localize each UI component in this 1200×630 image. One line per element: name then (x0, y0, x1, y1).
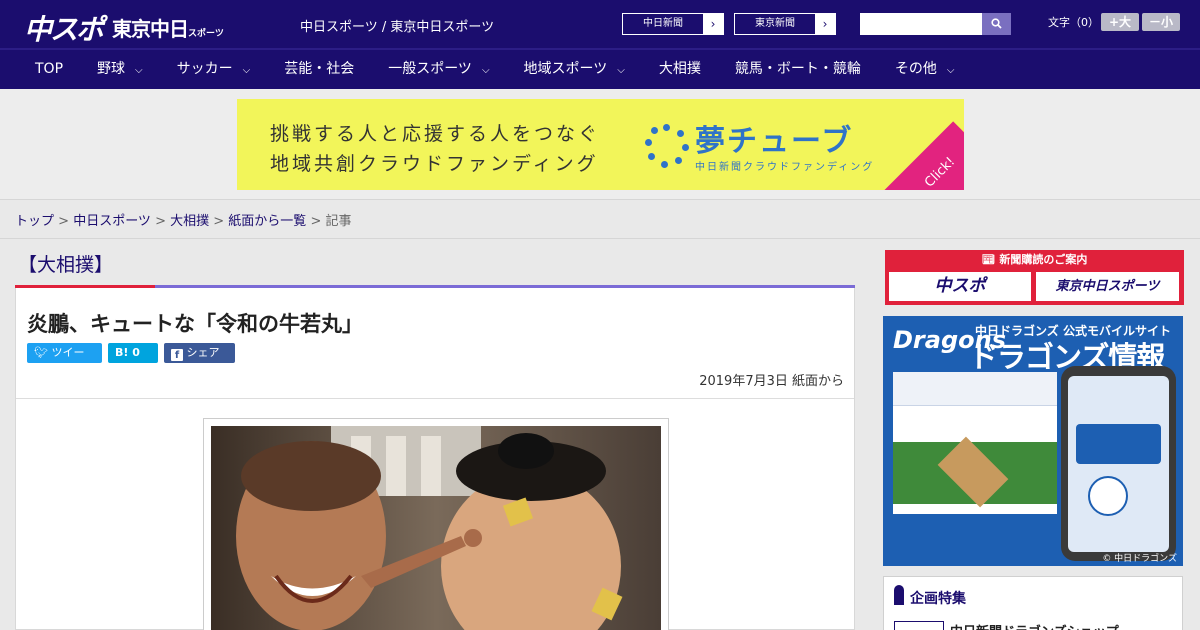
feature-header: 企画特集 (910, 591, 966, 607)
tokyo-chunichi-logo-text: 東京中日 (112, 17, 189, 41)
nav-item-8[interactable]: その他 ⌵ (878, 50, 972, 89)
subscription-banner: 📰︎ 新聞購読のご案内 中スポ 東京中日スポーツ (885, 250, 1184, 305)
search-input[interactable] (860, 13, 982, 35)
ad-area: 挑戦する人と応援する人をつなぐ 地域共創クラウドファンディング 夢チューブ 中日… (0, 89, 1200, 200)
feature-section: 企画特集 中日新聞ドラゴンズショップ (883, 576, 1183, 630)
twitter-icon: 🐦︎ (34, 346, 48, 359)
breadcrumb-list[interactable]: 紙面から一覧 (228, 214, 306, 229)
breadcrumb-divider (0, 238, 1200, 239)
nav-item-1[interactable]: 野球 ⌵ (80, 50, 160, 89)
banner-brand: 夢チューブ (695, 124, 854, 159)
main-nav: TOP 野球 ⌵ サッカー ⌵ 芸能・社会 一般スポーツ ⌵ 地域スポーツ ⌵ 大相撲 競馬・ボート・… (0, 48, 1200, 89)
twitter-share-button[interactable]: 🐦︎ ツイート (27, 343, 102, 379)
breadcrumb-sep: > (306, 214, 326, 229)
chevron-down-icon: ⌵ (242, 65, 251, 76)
nav-item-label: 野球 (97, 61, 126, 77)
breadcrumb: トップ > 中日スポーツ > 大相撲 > 紙面から一覧 > 記事 (15, 210, 352, 229)
click-ribbon (875, 121, 964, 190)
article-category: 【大相撲】 (18, 254, 114, 276)
chevron-down-icon: ⌵ (946, 65, 955, 76)
search-box (860, 13, 1011, 35)
nav-item-7[interactable]: 競馬・ボート・競輪 (718, 50, 878, 89)
nav-item-3[interactable]: 芸能・社会 (267, 50, 371, 89)
breadcrumb-sep: > (54, 214, 74, 229)
nav-item-label: 大相撲 (658, 61, 701, 77)
chunichi-sports-logo[interactable]: 中スポ (24, 8, 104, 48)
feature-thumb[interactable] (894, 621, 944, 630)
yumetube-logo-icon (645, 124, 689, 168)
crowdfunding-banner[interactable]: 挑戦する人と応援する人をつなぐ 地域共創クラウドファンディング 夢チューブ 中日… (237, 99, 964, 190)
tokyo-shimbun-label: 東京新聞 (755, 18, 795, 29)
nav-item-label: TOP (35, 61, 64, 77)
search-button[interactable] (982, 13, 1011, 35)
chevron-down-icon: ⌵ (617, 65, 625, 76)
site-tagline: 中日スポーツ / 東京中日スポーツ (300, 20, 495, 35)
article-date: 2019年7月3日 紙面から (699, 374, 844, 389)
phone-illustration (1061, 366, 1176, 561)
subscription-header-label: 新聞購読のご案内 (999, 253, 1088, 266)
font-size-label: 文字（0） (1048, 16, 1099, 29)
breadcrumb-chunichi-sports[interactable]: 中日スポーツ (73, 214, 151, 229)
subscription-header: 📰︎ 新聞購読のご案内 (885, 250, 1184, 270)
facebook-share-button[interactable]: f シェア 0 (164, 343, 235, 379)
subscribe-chunichi-sports-button[interactable]: 中スポ (889, 272, 1031, 301)
subscribe-tokyo-chunichi-button[interactable]: 東京中日スポーツ (1036, 272, 1179, 301)
font-larger-button[interactable]: +大 (1101, 13, 1139, 31)
nav-item-label: 芸能・社会 (284, 61, 355, 77)
breadcrumb-sep: > (209, 214, 229, 229)
hatena-bookmark-button[interactable]: B! 0 (108, 343, 158, 363)
nav-item-0[interactable]: TOP (18, 50, 80, 89)
chunichi-shimbun-link[interactable]: 中日新聞 › (622, 13, 724, 35)
nav-item-label: 地域スポーツ (523, 61, 608, 77)
nav-item-2[interactable]: サッカー ⌵ (160, 50, 268, 89)
photo-image (211, 426, 661, 630)
feature-item-dragons-shop[interactable]: 中日新聞ドラゴンズショップ (950, 621, 1119, 630)
dragons-mobile-banner[interactable]: Dragons 中日ドラゴンズ 公式モバイルサイト ドラゴンズ情報 © 中日ドラ… (883, 316, 1183, 566)
nav-item-label: その他 (894, 61, 937, 77)
breadcrumb-sep: > (150, 214, 171, 229)
font-smaller-button[interactable]: －小 (1142, 13, 1180, 31)
tokyo-chunichi-logo-small: スポーツ (188, 29, 224, 39)
ribbon-icon (894, 585, 904, 605)
nav-item-label: 一般スポーツ (388, 61, 472, 77)
nav-item-5[interactable]: 地域スポーツ ⌵ (507, 50, 642, 89)
nav-item-4[interactable]: 一般スポーツ ⌵ (371, 50, 506, 89)
chevron-right-icon: › (815, 14, 835, 34)
nav-item-label: 競馬・ボート・競輪 (734, 61, 861, 77)
article-divider (16, 398, 854, 399)
banner-line1: 挑戦する人と応援する人をつなぐ (270, 123, 601, 145)
newspaper-icon: 📰︎ (981, 253, 996, 266)
nav-item-label: サッカー (176, 61, 233, 77)
facebook-icon: f (171, 349, 183, 361)
article-title: 炎鵬、キュートな「令和の牛若丸」 (27, 312, 363, 336)
chevron-down-icon: ⌵ (481, 65, 490, 76)
breadcrumb-sumo[interactable]: 大相撲 (170, 214, 209, 229)
banner-line2: 地域共創クラウドファンディング (270, 153, 599, 175)
banner-brand-sub: 中日新聞クラウドファンディング (695, 162, 875, 173)
chevron-right-icon: › (703, 14, 723, 34)
tokyo-chunichi-logo[interactable]: 東京中日スポーツ (112, 13, 224, 42)
chunichi-shimbun-label: 中日新聞 (643, 18, 683, 29)
search-icon (991, 18, 1002, 29)
tokyo-shimbun-link[interactable]: 東京新聞 › (734, 13, 836, 35)
top-header: 中スポ 東京中日スポーツ 中日スポーツ / 東京中日スポーツ 中日新聞 › 東京… (0, 0, 1200, 48)
nav-item-6[interactable]: 大相撲 (642, 50, 718, 89)
breadcrumb-current: 記事 (325, 214, 352, 229)
dragons-screen-preview (893, 372, 1057, 557)
article-card: 炎鵬、キュートな「令和の牛若丸」 🐦︎ ツイート B! 0 f シェア 0 20… (15, 288, 855, 630)
breadcrumb-top[interactable]: トップ (15, 214, 54, 229)
article-photo[interactable] (203, 418, 669, 630)
chevron-down-icon: ⌵ (135, 65, 143, 76)
dragons-copyright: © 中日ドラゴンズ (1102, 554, 1177, 564)
